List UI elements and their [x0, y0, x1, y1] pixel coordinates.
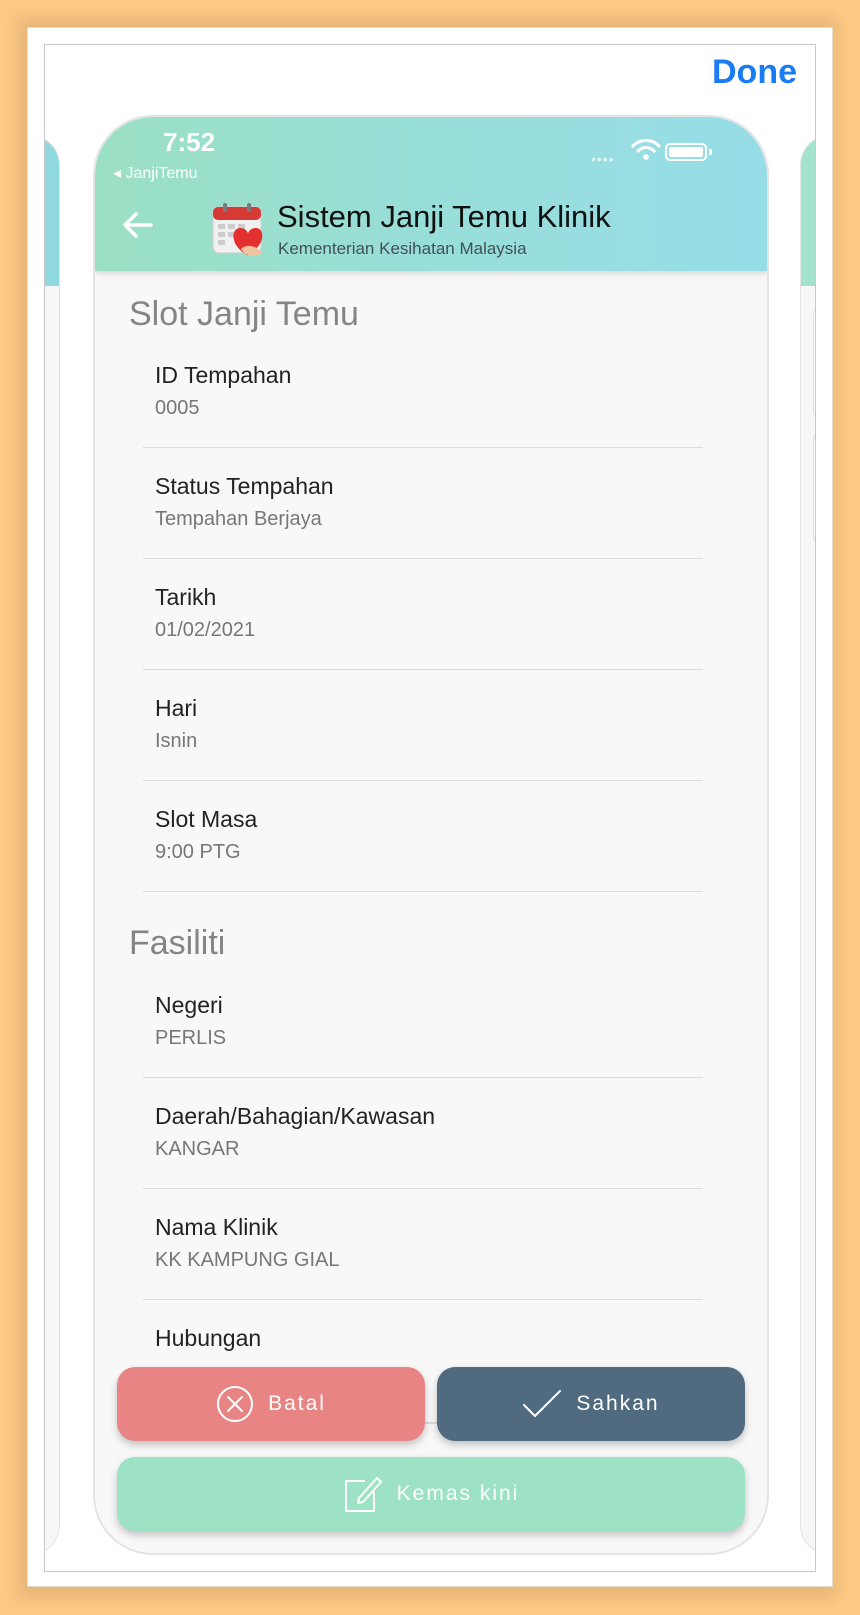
wifi-icon [631, 138, 661, 160]
signal-dots-icon: •••• [591, 151, 615, 167]
done-button[interactable]: Done [712, 53, 797, 92]
item-value: KANGAR [155, 1138, 240, 1160]
section-title-slot: Slot Janji Temu [129, 295, 359, 333]
sahkan-label: Sahkan [576, 1392, 660, 1415]
kemas-kini-label: Kemas kini [396, 1482, 520, 1505]
item-label: Hubungan [155, 1325, 262, 1351]
app-title: Sistem Janji Temu Klinik [277, 199, 611, 234]
batal-label: Batal [268, 1392, 326, 1415]
item-label: Daerah/Bahagian/Kawasan [155, 1103, 436, 1129]
calendar-heart-icon [212, 203, 263, 256]
item-label: Slot Masa [155, 806, 258, 832]
item-label: Status Tempahan [155, 473, 334, 499]
previous-screen-card[interactable] [45, 135, 60, 1555]
item-value: KK KAMPUNG GIAL [155, 1249, 340, 1271]
list-item-daerah[interactable]: Daerah/Bahagian/Kawasan KANGAR [143, 1078, 703, 1189]
preview-area: Done 7:52 ◂ JanjiTemu •••• Sistem Janji … [44, 44, 816, 1572]
app-subtitle: Kementerian Kesihatan Malaysia [278, 239, 527, 258]
circle-x-icon [217, 1386, 254, 1422]
list-item-tarikh[interactable]: Tarikh 01/02/2021 [143, 559, 703, 670]
item-label: ID Tempahan [155, 362, 292, 388]
status-time: 7:52 [163, 127, 216, 157]
list-item-hari[interactable]: Hari Isnin [143, 670, 703, 781]
list-item-id-tempahan[interactable]: ID Tempahan 0005 [143, 337, 703, 448]
batal-button[interactable]: Batal [117, 1367, 425, 1441]
list-item-nama-klinik[interactable]: Nama Klinik KK KAMPUNG GIAL [143, 1189, 703, 1300]
kemas-kini-button[interactable]: Kemas kini [117, 1457, 745, 1531]
list-item-slot-masa[interactable]: Slot Masa 9:00 PTG [143, 781, 703, 892]
back-to-app-link[interactable]: ◂ JanjiTemu [113, 163, 198, 183]
edit-icon [344, 1477, 382, 1512]
check-icon [523, 1390, 562, 1417]
item-value: 01/02/2021 [155, 619, 256, 641]
phone-screen: 7:52 ◂ JanjiTemu •••• Sistem Janji Temu … [93, 115, 769, 1555]
item-value: Isnin [155, 730, 198, 752]
item-value: 0005 [155, 397, 200, 419]
screenshot-frame: Done 7:52 ◂ JanjiTemu •••• Sistem Janji … [27, 27, 833, 1587]
battery-icon [665, 143, 707, 161]
next-screen-card[interactable] [800, 135, 815, 1555]
item-value: 9:00 PTG [155, 841, 241, 863]
item-label: Negeri [155, 992, 223, 1018]
item-value: Tempahan Berjaya [155, 508, 322, 530]
item-value: PERLIS [155, 1027, 227, 1049]
list-item-status-tempahan[interactable]: Status Tempahan Tempahan Berjaya [143, 448, 703, 559]
item-label: Hari [155, 695, 198, 721]
app-header: 7:52 ◂ JanjiTemu •••• Sistem Janji Temu … [95, 117, 767, 271]
list-item-negeri[interactable]: Negeri PERLIS [143, 967, 703, 1078]
section-title-fasiliti: Fasiliti [129, 924, 226, 962]
arrow-left-icon[interactable] [121, 211, 153, 239]
sahkan-button[interactable]: Sahkan [437, 1367, 745, 1441]
item-label: Tarikh [155, 584, 217, 610]
item-label: Nama Klinik [155, 1214, 278, 1240]
